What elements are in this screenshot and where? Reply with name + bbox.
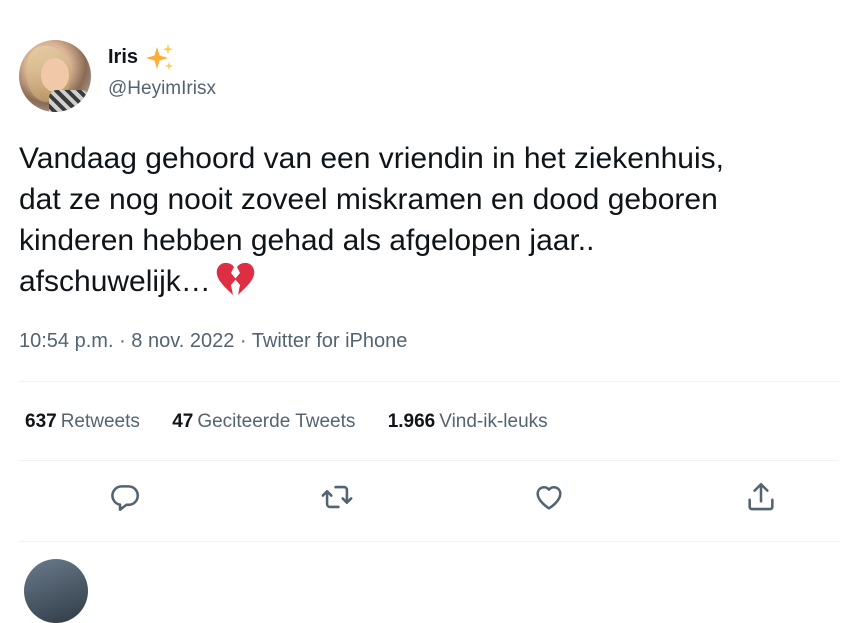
sparkles-icon [146,44,173,70]
tweet-time[interactable]: 10:54 p.m. [19,330,114,352]
tweet-date[interactable]: 8 nov. 2022 [131,330,234,352]
stat-quote-tweets[interactable]: 47 Geciteerde Tweets [172,411,355,433]
stat-count: 637 [25,411,57,432]
share-button[interactable] [744,480,778,514]
avatar-clothing [49,90,89,112]
tweet-stats: 637 Retweets 47 Geciteerde Tweets 1.966 Vin… [25,411,575,433]
stat-count: 47 [172,411,194,432]
tweet-detail: Iris @HeyimIrisx Vandaag gehoord van een… [0,0,841,623]
user-handle[interactable]: @HeyimIrisx [108,78,216,100]
retweet-button[interactable] [320,480,354,514]
stat-likes[interactable]: 1.966 Vind-ik-leuks [388,411,548,433]
divider [19,460,839,461]
tweet-text-line: dat ze nog nooit zoveel miskramen en doo… [19,183,718,216]
broken-heart-icon [216,262,254,295]
tweet-text-line: Vandaag gehoord van een vriendin in het … [19,142,724,175]
divider [19,381,839,382]
retweet-icon [321,485,353,509]
reply-icon [111,485,140,512]
reply-avatar[interactable] [24,559,88,623]
tweet-meta: 10:54 p.m. · 8 nov. 2022 · Twitter for i… [19,330,407,353]
tweet-text-line-last: afschuwelijk… [19,261,829,302]
tweet-text-line: afschuwelijk… [19,265,211,298]
meta-separator: · [113,330,132,352]
stat-label: Vind-ik-leuks [439,411,548,432]
tweet-text-line: kinderen hebben gehad als afgelopen jaar… [19,224,595,257]
avatar[interactable] [19,40,91,112]
tweet-text: Vandaag gehoord van een vriendin in het … [19,138,829,302]
like-button[interactable] [532,480,566,514]
stat-retweets[interactable]: 637 Retweets [25,411,140,433]
divider [19,541,839,542]
reply-button[interactable] [108,480,142,514]
stat-count: 1.966 [387,411,436,432]
tweet-source[interactable]: Twitter for iPhone [252,330,408,352]
share-icon [748,482,774,511]
avatar-face [41,58,69,92]
like-icon [536,485,562,510]
stat-label: Retweets [60,411,140,432]
stat-label: Geciteerde Tweets [197,411,356,432]
display-name[interactable]: Iris [108,46,138,69]
meta-separator: · [234,330,252,352]
